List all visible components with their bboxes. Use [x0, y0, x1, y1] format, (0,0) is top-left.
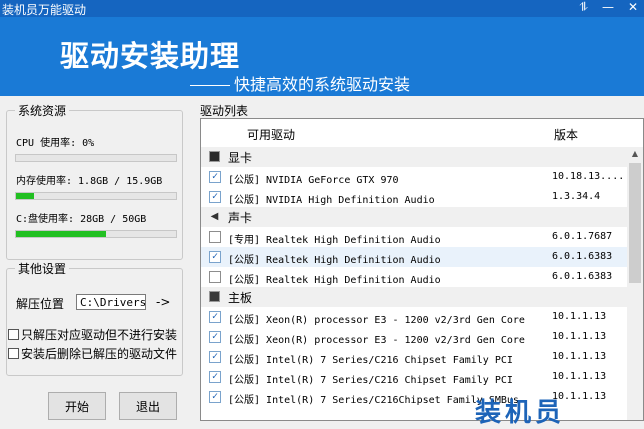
display-icon — [209, 151, 220, 162]
category-row-audio[interactable]: ◀ 声卡 — [201, 207, 627, 227]
list-item[interactable]: [专用] Realtek High Definition Audio 6.0.1… — [201, 227, 627, 247]
driver-checkbox[interactable]: ✓ — [209, 371, 221, 383]
driver-checkbox[interactable]: ✓ — [209, 311, 221, 323]
driver-checkbox[interactable]: ✓ — [209, 191, 221, 203]
list-item[interactable]: ✓ [公版] Xeon(R) processor E3 - 1200 v2/3r… — [201, 307, 627, 327]
category-name: 声卡 — [228, 211, 253, 225]
delete-after-install-option[interactable]: 安装后删除已解压的驱动文件 — [8, 345, 177, 362]
driver-list[interactable]: 可用驱动 版本 显卡 ✓ [公版] NVIDIA GeForce GTX 970… — [200, 118, 644, 421]
driver-checkbox[interactable]: ✓ — [209, 391, 221, 403]
driver-name: [公版] Realtek High Definition Audio — [228, 275, 441, 286]
extract-only-label: 只解压对应驱动但不进行安装 — [21, 328, 178, 342]
list-scrollbar[interactable]: ▲ — [627, 147, 643, 420]
list-item[interactable]: ✓ [公版] Intel(R) 7 Series/C216 Chipset Fa… — [201, 347, 627, 367]
disk-usage-bar — [15, 230, 177, 238]
extract-only-checkbox[interactable] — [8, 329, 19, 340]
driver-name: [公版] Intel(R) 7 Series/C216 Chipset Fami… — [228, 355, 513, 366]
driver-version: 10.1.1.13 — [552, 311, 607, 322]
list-item[interactable]: ✓ [公版] NVIDIA High Definition Audio 1.3.… — [201, 187, 627, 207]
driver-name: [公版] Intel(R) 7 Series/C216 Chipset Fami… — [228, 375, 513, 386]
driver-version: 10.1.1.13 — [552, 331, 607, 342]
title-bar: 装机员万能驱动 ⥮ — ✕ — [0, 0, 644, 17]
memory-usage-bar — [15, 192, 177, 200]
driver-name: [公版] NVIDIA GeForce GTX 970 — [228, 175, 399, 186]
close-button[interactable]: ✕ — [628, 0, 638, 15]
list-item[interactable]: ✓ [公版] Realtek High Definition Audio 6.0… — [201, 247, 627, 267]
list-item[interactable]: ✓ [公版] NVIDIA GeForce GTX 970 10.18.13..… — [201, 167, 627, 187]
category-name: 显卡 — [228, 151, 253, 165]
driver-checkbox[interactable]: ✓ — [209, 351, 221, 363]
header-banner: 驱动安装助理 快捷高效的系统驱动安装 — [0, 17, 644, 96]
driver-name: [公版] Xeon(R) processor E3 - 1200 v2/3rd … — [228, 315, 525, 326]
category-name: 主板 — [228, 291, 253, 305]
memory-usage-label: 内存使用率: 1.8GB / 15.9GB — [16, 176, 163, 187]
minimize-button[interactable]: — — [602, 0, 614, 15]
driver-name: [专用] Realtek High Definition Audio — [228, 235, 441, 246]
driver-version: 6.0.1.6383 — [552, 271, 613, 282]
cpu-usage-bar — [15, 154, 177, 162]
delete-after-install-checkbox[interactable] — [8, 348, 19, 359]
driver-version: 1.3.34.4 — [552, 191, 601, 202]
column-version[interactable]: 版本 — [554, 126, 578, 143]
driver-checkbox[interactable]: ✓ — [209, 251, 221, 263]
driver-name: [公版] Realtek High Definition Audio — [228, 255, 441, 266]
driver-version: 10.1.1.13 — [552, 351, 607, 362]
driver-version: 6.0.1.7687 — [552, 231, 613, 242]
restore-icon[interactable]: ⥮ — [579, 0, 588, 15]
list-item[interactable]: ✓ [公版] Intel(R) 7 Series/C216 Chipset Fa… — [201, 367, 627, 387]
extract-location-label: 解压位置 — [16, 297, 65, 311]
driver-version: 6.0.1.6383 — [552, 251, 613, 262]
banner-subtitle-text: 快捷高效的系统驱动安装 — [234, 75, 411, 94]
driver-version: 10.18.13.... — [552, 171, 625, 182]
list-item[interactable]: [公版] Realtek High Definition Audio 6.0.1… — [201, 267, 627, 287]
cpu-usage-label: CPU 使用率: 0% — [16, 138, 95, 149]
list-item[interactable]: ✓ [公版] Xeon(R) processor E3 - 1200 v2/3r… — [201, 327, 627, 347]
driver-list-header: 可用驱动 版本 — [201, 119, 643, 147]
banner-subtitle: 快捷高效的系统驱动安装 — [190, 71, 410, 95]
motherboard-icon — [209, 291, 220, 302]
driver-checkbox[interactable] — [209, 231, 221, 243]
system-resources-title: 系统资源 — [15, 102, 70, 119]
speaker-icon: ◀ — [210, 211, 219, 222]
extract-path-input[interactable]: C:\Drivers — [76, 294, 146, 310]
delete-after-install-label: 安装后删除已解压的驱动文件 — [21, 347, 178, 361]
driver-checkbox[interactable]: ✓ — [209, 331, 221, 343]
column-driver[interactable]: 可用驱动 — [247, 126, 295, 143]
scroll-up-icon[interactable]: ▲ — [627, 147, 643, 161]
scroll-thumb[interactable] — [629, 163, 641, 283]
driver-version: 10.1.1.13 — [552, 371, 607, 382]
driver-name: [公版] Xeon(R) processor E3 - 1200 v2/3rd … — [228, 335, 525, 346]
disk-usage-label: C:盘使用率: 28GB / 50GB — [16, 214, 147, 225]
category-row-display[interactable]: 显卡 — [201, 147, 627, 167]
other-settings-title: 其他设置 — [15, 260, 70, 277]
watermark-logo: 装机员 — [475, 398, 566, 428]
start-button[interactable]: 开始 — [48, 392, 106, 420]
browse-arrow-button[interactable]: -> — [156, 295, 170, 309]
exit-button[interactable]: 退出 — [119, 392, 177, 420]
extract-only-option[interactable]: 只解压对应驱动但不进行安装 — [8, 326, 177, 343]
driver-name: [公版] NVIDIA High Definition Audio — [228, 195, 435, 206]
driver-checkbox[interactable]: ✓ — [209, 171, 221, 183]
banner-title: 驱动安装助理 — [60, 39, 241, 73]
driver-list-label: 驱动列表 — [200, 104, 249, 118]
driver-checkbox[interactable] — [209, 271, 221, 283]
category-row-motherboard[interactable]: 主板 — [201, 287, 627, 307]
window-title: 装机员万能驱动 — [2, 3, 87, 17]
